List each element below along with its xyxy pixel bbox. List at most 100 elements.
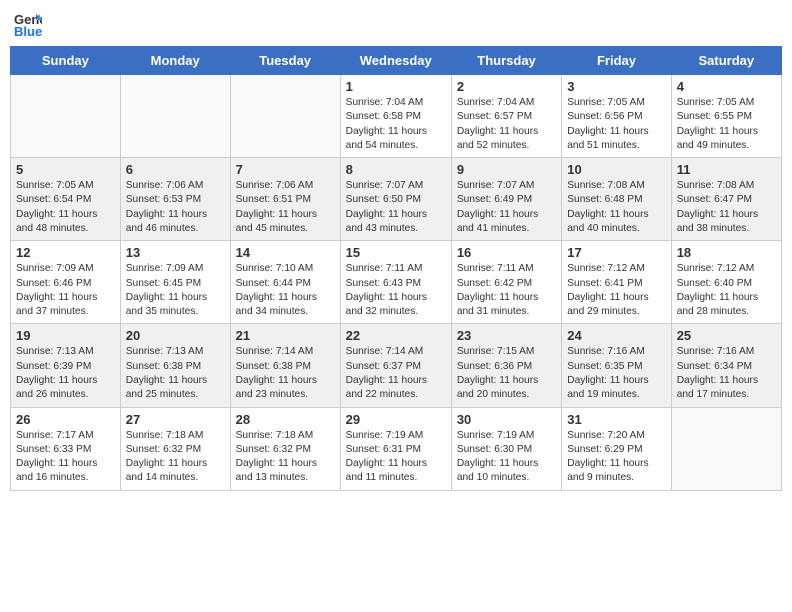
calendar-table: SundayMondayTuesdayWednesdayThursdayFrid… xyxy=(10,46,782,491)
calendar-cell: 17Sunrise: 7:12 AM Sunset: 6:41 PM Dayli… xyxy=(562,241,671,324)
day-number: 16 xyxy=(457,245,556,260)
day-number: 19 xyxy=(16,328,115,343)
day-number: 13 xyxy=(126,245,225,260)
logo: General Blue xyxy=(14,10,44,38)
day-info: Sunrise: 7:15 AM Sunset: 6:36 PM Dayligh… xyxy=(457,345,556,402)
day-number: 1 xyxy=(346,79,446,94)
day-info: Sunrise: 7:18 AM Sunset: 6:32 PM Dayligh… xyxy=(236,429,335,486)
day-number: 30 xyxy=(457,412,556,427)
day-number: 28 xyxy=(236,412,335,427)
day-number: 14 xyxy=(236,245,335,260)
day-number: 26 xyxy=(16,412,115,427)
calendar-week-2: 5 Sunrise: 7:05 AM Sunset: 6:54 PM Daylig… xyxy=(11,158,782,241)
day-number: 4 xyxy=(677,79,776,94)
calendar-cell: 5 Sunrise: 7:05 AM Sunset: 6:54 PM Daylig… xyxy=(11,158,121,241)
calendar-cell: 28 Sunrise: 7:18 AM Sunset: 6:32 PM Dayli… xyxy=(230,407,340,490)
day-header-wednesday: Wednesday xyxy=(340,47,451,75)
day-info: Sunrise: 7:13 AM Sunset: 6:39 PM Dayligh… xyxy=(16,345,115,402)
day-header-friday: Friday xyxy=(562,47,671,75)
day-info: Sunrise: 7:20 AM Sunset: 6:29 PM Dayligh… xyxy=(567,429,665,486)
page-header: General Blue xyxy=(10,10,782,38)
calendar-cell: 25 Sunrise: 7:16 AM Sunset: 6:34 PM Dayli… xyxy=(671,324,781,407)
day-header-tuesday: Tuesday xyxy=(230,47,340,75)
calendar-cell: 7 Sunrise: 7:06 AM Sunset: 6:51 PM Daylig… xyxy=(230,158,340,241)
calendar-cell: 22 Sunrise: 7:14 AM Sunset: 6:37 PM Dayli… xyxy=(340,324,451,407)
calendar-cell: 21 Sunrise: 7:14 AM Sunset: 6:38 PM Dayli… xyxy=(230,324,340,407)
day-info: Sunrise: 7:09 AM Sunset: 6:45 PM Dayligh… xyxy=(126,262,225,319)
day-info: Sunrise: 7:08 AM Sunset: 6:48 PM Dayligh… xyxy=(567,179,665,236)
calendar-cell xyxy=(230,75,340,158)
calendar-cell: 2 Sunrise: 7:04 AM Sunset: 6:57 PM Daylig… xyxy=(451,75,561,158)
calendar-cell: 10 Sunrise: 7:08 AM Sunset: 6:48 PM Dayli… xyxy=(562,158,671,241)
day-number: 9 xyxy=(457,162,556,177)
calendar-cell: 11Sunrise: 7:08 AM Sunset: 6:47 PM Dayli… xyxy=(671,158,781,241)
calendar-cell: 26 Sunrise: 7:17 AM Sunset: 6:33 PM Dayli… xyxy=(11,407,121,490)
day-info: Sunrise: 7:06 AM Sunset: 6:51 PM Dayligh… xyxy=(236,179,335,236)
day-info: Sunrise: 7:09 AM Sunset: 6:46 PM Dayligh… xyxy=(16,262,115,319)
calendar-header-row: SundayMondayTuesdayWednesdayThursdayFrid… xyxy=(11,47,782,75)
day-number: 23 xyxy=(457,328,556,343)
day-number: 22 xyxy=(346,328,446,343)
day-info: Sunrise: 7:16 AM Sunset: 6:35 PM Dayligh… xyxy=(567,345,665,402)
day-info: Sunrise: 7:11 AM Sunset: 6:42 PM Dayligh… xyxy=(457,262,556,319)
day-number: 17 xyxy=(567,245,665,260)
day-number: 21 xyxy=(236,328,335,343)
calendar-cell: 13 Sunrise: 7:09 AM Sunset: 6:45 PM Dayli… xyxy=(120,241,230,324)
day-info: Sunrise: 7:07 AM Sunset: 6:50 PM Dayligh… xyxy=(346,179,446,236)
day-header-sunday: Sunday xyxy=(11,47,121,75)
calendar-cell: 27Sunrise: 7:18 AM Sunset: 6:32 PM Dayli… xyxy=(120,407,230,490)
calendar-cell xyxy=(120,75,230,158)
day-info: Sunrise: 7:05 AM Sunset: 6:54 PM Dayligh… xyxy=(16,179,115,236)
day-number: 2 xyxy=(457,79,556,94)
day-header-thursday: Thursday xyxy=(451,47,561,75)
day-number: 18 xyxy=(677,245,776,260)
day-header-monday: Monday xyxy=(120,47,230,75)
day-info: Sunrise: 7:05 AM Sunset: 6:56 PM Dayligh… xyxy=(567,96,665,153)
day-number: 5 xyxy=(16,162,115,177)
day-number: 10 xyxy=(567,162,665,177)
calendar-cell: 1 Sunrise: 7:04 AM Sunset: 6:58 PM Daylig… xyxy=(340,75,451,158)
calendar-cell: 15Sunrise: 7:11 AM Sunset: 6:43 PM Dayli… xyxy=(340,241,451,324)
day-info: Sunrise: 7:07 AM Sunset: 6:49 PM Dayligh… xyxy=(457,179,556,236)
day-number: 8 xyxy=(346,162,446,177)
day-number: 15 xyxy=(346,245,446,260)
logo-icon: General Blue xyxy=(14,10,42,38)
day-info: Sunrise: 7:06 AM Sunset: 6:53 PM Dayligh… xyxy=(126,179,225,236)
day-info: Sunrise: 7:05 AM Sunset: 6:55 PM Dayligh… xyxy=(677,96,776,153)
calendar-cell: 14 Sunrise: 7:10 AM Sunset: 6:44 PM Dayli… xyxy=(230,241,340,324)
calendar-cell: 30Sunrise: 7:19 AM Sunset: 6:30 PM Dayli… xyxy=(451,407,561,490)
calendar-cell: 20Sunrise: 7:13 AM Sunset: 6:38 PM Dayli… xyxy=(120,324,230,407)
calendar-cell: 31 Sunrise: 7:20 AM Sunset: 6:29 PM Dayli… xyxy=(562,407,671,490)
day-number: 7 xyxy=(236,162,335,177)
calendar-cell: 16 Sunrise: 7:11 AM Sunset: 6:42 PM Dayli… xyxy=(451,241,561,324)
calendar-cell: 19 Sunrise: 7:13 AM Sunset: 6:39 PM Dayli… xyxy=(11,324,121,407)
day-info: Sunrise: 7:14 AM Sunset: 6:37 PM Dayligh… xyxy=(346,345,446,402)
svg-text:Blue: Blue xyxy=(14,24,42,38)
day-info: Sunrise: 7:17 AM Sunset: 6:33 PM Dayligh… xyxy=(16,429,115,486)
day-info: Sunrise: 7:04 AM Sunset: 6:58 PM Dayligh… xyxy=(346,96,446,153)
calendar-cell: 8 Sunrise: 7:07 AM Sunset: 6:50 PM Daylig… xyxy=(340,158,451,241)
day-info: Sunrise: 7:10 AM Sunset: 6:44 PM Dayligh… xyxy=(236,262,335,319)
calendar-week-4: 19 Sunrise: 7:13 AM Sunset: 6:39 PM Dayli… xyxy=(11,324,782,407)
day-number: 27 xyxy=(126,412,225,427)
day-number: 11 xyxy=(677,162,776,177)
day-info: Sunrise: 7:04 AM Sunset: 6:57 PM Dayligh… xyxy=(457,96,556,153)
day-number: 25 xyxy=(677,328,776,343)
calendar-week-5: 26 Sunrise: 7:17 AM Sunset: 6:33 PM Dayli… xyxy=(11,407,782,490)
day-info: Sunrise: 7:13 AM Sunset: 6:38 PM Dayligh… xyxy=(126,345,225,402)
day-info: Sunrise: 7:19 AM Sunset: 6:31 PM Dayligh… xyxy=(346,429,446,486)
day-info: Sunrise: 7:16 AM Sunset: 6:34 PM Dayligh… xyxy=(677,345,776,402)
calendar-cell: 23 Sunrise: 7:15 AM Sunset: 6:36 PM Dayli… xyxy=(451,324,561,407)
day-number: 24 xyxy=(567,328,665,343)
day-info: Sunrise: 7:14 AM Sunset: 6:38 PM Dayligh… xyxy=(236,345,335,402)
calendar-week-3: 12Sunrise: 7:09 AM Sunset: 6:46 PM Dayli… xyxy=(11,241,782,324)
calendar-cell: 12Sunrise: 7:09 AM Sunset: 6:46 PM Dayli… xyxy=(11,241,121,324)
calendar-cell xyxy=(11,75,121,158)
calendar-cell: 3 Sunrise: 7:05 AM Sunset: 6:56 PM Daylig… xyxy=(562,75,671,158)
calendar-cell: 18Sunrise: 7:12 AM Sunset: 6:40 PM Dayli… xyxy=(671,241,781,324)
day-number: 3 xyxy=(567,79,665,94)
calendar-cell: 6Sunrise: 7:06 AM Sunset: 6:53 PM Daylig… xyxy=(120,158,230,241)
day-number: 31 xyxy=(567,412,665,427)
calendar-cell: 24 Sunrise: 7:16 AM Sunset: 6:35 PM Dayli… xyxy=(562,324,671,407)
calendar-cell: 29Sunrise: 7:19 AM Sunset: 6:31 PM Dayli… xyxy=(340,407,451,490)
